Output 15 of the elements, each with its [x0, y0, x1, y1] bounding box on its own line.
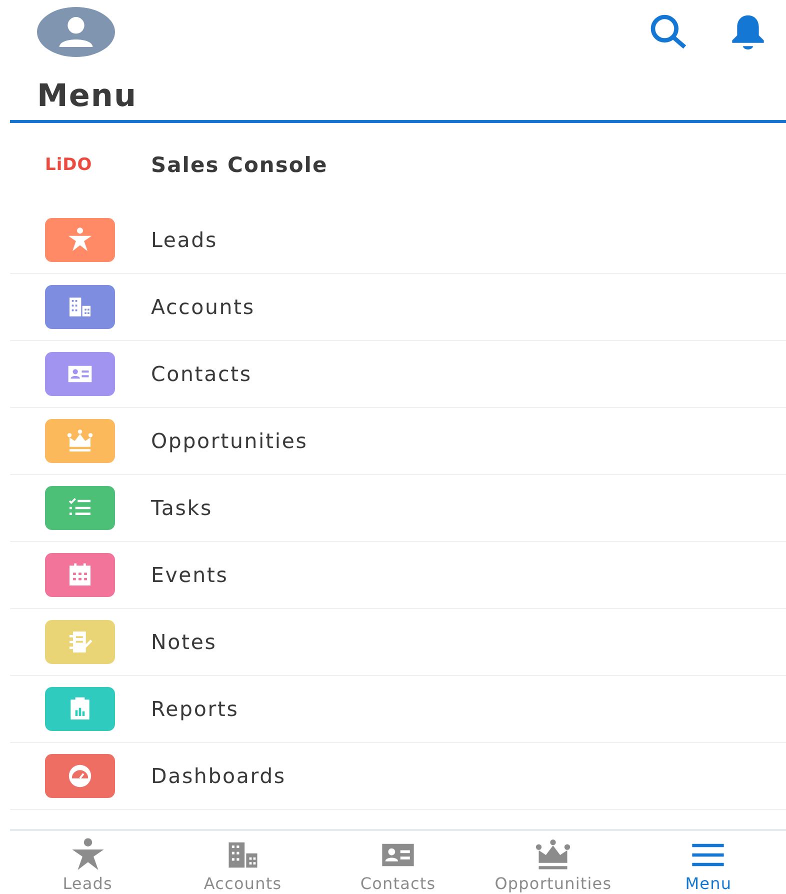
menu-item[interactable]: Reports — [10, 676, 786, 743]
menu-item[interactable]: Dashboards — [10, 743, 786, 810]
menu-item[interactable]: Notes — [10, 609, 786, 676]
gauge-icon — [66, 762, 94, 790]
menu-item[interactable]: Opportunities — [10, 408, 786, 475]
menu-item[interactable]: Accounts — [10, 274, 786, 341]
tab[interactable]: Menu — [630, 831, 786, 894]
menu-item[interactable]: Tasks — [10, 475, 786, 542]
menu-item[interactable]: Leads — [10, 207, 786, 274]
person-star-icon — [66, 226, 94, 254]
app-name: Sales Console — [151, 153, 328, 177]
menu-item[interactable]: Contacts — [10, 341, 786, 408]
page-title: Menu — [36, 77, 138, 116]
app-logo: LiDO — [45, 155, 94, 175]
menu-item[interactable]: Events — [10, 542, 786, 609]
